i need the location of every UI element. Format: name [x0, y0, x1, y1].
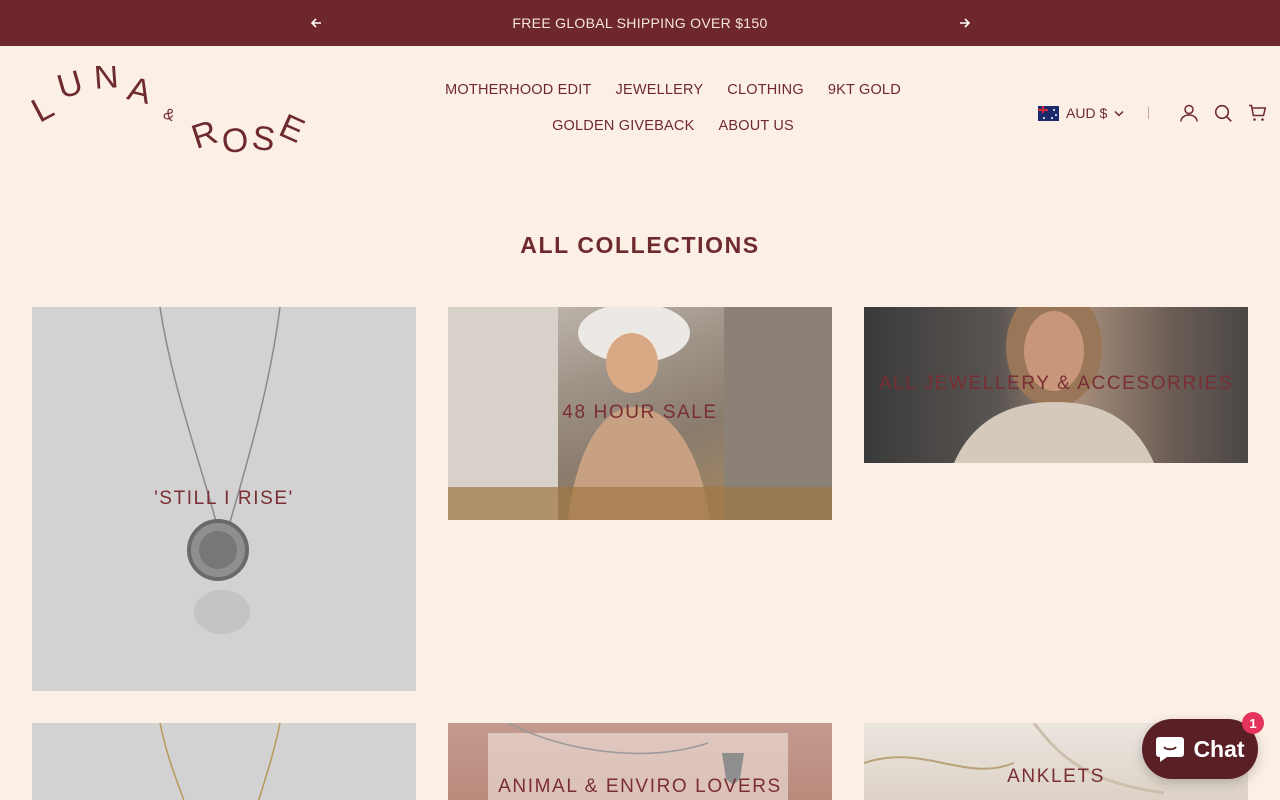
- nav-9kt-gold[interactable]: 9KT GOLD: [816, 80, 913, 100]
- account-icon: [1180, 104, 1198, 122]
- page-title: ALL COLLECTIONS: [520, 232, 760, 258]
- svg-text:L: L: [30, 88, 60, 130]
- search-button[interactable]: [1211, 101, 1235, 125]
- svg-text:&: &: [161, 105, 177, 125]
- announcement-bar: FREE GLOBAL SHIPPING OVER $150: [0, 0, 1280, 46]
- collection-card-still-i-rise[interactable]: 'STILL I RISE': [32, 307, 416, 691]
- nav-clothing[interactable]: CLOTHING: [715, 80, 816, 100]
- nav-about-us[interactable]: ABOUT US: [706, 116, 805, 136]
- australia-flag-icon: [1038, 105, 1059, 121]
- chat-bubble-icon: [1156, 737, 1185, 762]
- header-divider: [1148, 107, 1150, 119]
- currency-label: AUD $: [1066, 105, 1108, 121]
- cart-button[interactable]: [1245, 101, 1269, 125]
- collection-title: 'STILL I RISE': [154, 488, 294, 509]
- collection-title: ANIMAL & ENVIRO LOVERS: [498, 776, 782, 797]
- collection-card-all-jewellery[interactable]: ALL JEWELLERY & ACCESORRIES: [864, 307, 1248, 463]
- nav-golden-giveback[interactable]: GOLDEN GIVEBACK: [540, 116, 706, 136]
- chat-button[interactable]: Chat: [1142, 719, 1258, 779]
- chat-unread-badge: 1: [1242, 712, 1264, 734]
- nav-motherhood-edit[interactable]: MOTHERHOOD EDIT: [433, 80, 603, 100]
- svg-text:S: S: [250, 119, 278, 160]
- svg-text:U: U: [53, 66, 87, 107]
- chevron-down-icon: [1114, 110, 1124, 117]
- search-icon: [1214, 104, 1232, 122]
- announcement-next-button[interactable]: [953, 12, 975, 34]
- svg-text:R: R: [187, 113, 222, 157]
- arrow-right-icon: [959, 18, 970, 28]
- announcement-message: FREE GLOBAL SHIPPING OVER $150: [512, 15, 768, 31]
- cart-icon: [1248, 104, 1266, 121]
- announcement-prev-button[interactable]: [305, 12, 327, 34]
- brand-logo[interactable]: L U N A & R O S E: [25, 57, 310, 161]
- collection-card-48-hour-sale[interactable]: 48 HOUR SALE: [448, 307, 832, 520]
- header-actions: AUD $: [1038, 100, 1269, 126]
- nav-jewellery[interactable]: JEWELLERY: [604, 80, 716, 100]
- collection-card-animal-enviro-lovers[interactable]: ANIMAL & ENVIRO LOVERS: [448, 723, 832, 800]
- account-button[interactable]: [1177, 101, 1201, 125]
- arrow-left-icon: [310, 18, 321, 28]
- collection-card-gold-necklace[interactable]: [32, 723, 416, 800]
- svg-text:E: E: [274, 107, 310, 151]
- collection-title: ALL JEWELLERY & ACCESORRIES: [878, 373, 1234, 394]
- gold-chain-image: [159, 723, 281, 800]
- collection-title: 48 HOUR SALE: [562, 402, 718, 423]
- svg-text:N: N: [93, 66, 120, 97]
- currency-selector[interactable]: AUD $: [1038, 105, 1124, 121]
- svg-text:A: A: [124, 70, 156, 112]
- svg-text:O: O: [220, 121, 250, 161]
- chat-label: Chat: [1193, 735, 1245, 762]
- main-navigation: MOTHERHOOD EDIT JEWELLERY CLOTHING 9KT G…: [360, 80, 986, 136]
- luna-and-rose-logo: L U N A & R O S E: [25, 57, 310, 161]
